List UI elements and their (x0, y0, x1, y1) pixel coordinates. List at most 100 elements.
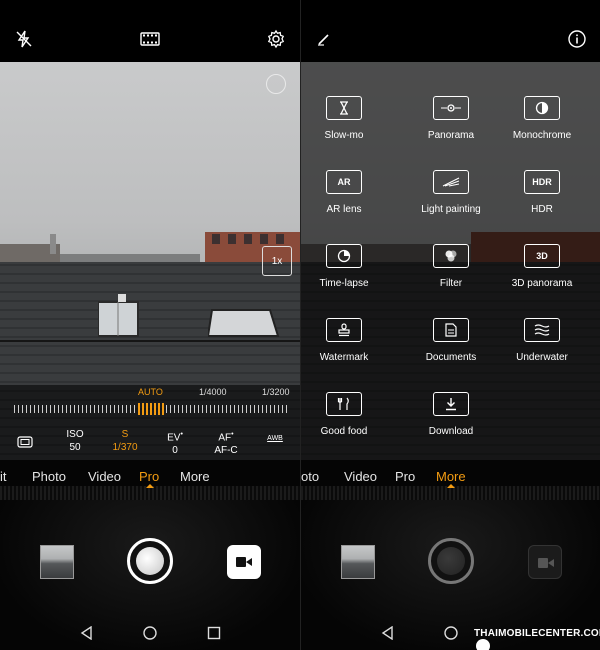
ar-lens-icon: AR (326, 170, 362, 194)
hourglass-icon (326, 96, 362, 120)
film-icon[interactable] (139, 29, 161, 51)
more-mode-label: AR lens (326, 204, 362, 215)
param-label: S (121, 429, 129, 440)
iso-param[interactable]: ISO 50 (50, 428, 100, 454)
roof-window (208, 309, 280, 337)
more-mode-label: Watermark (319, 352, 369, 363)
mode-photo[interactable]: Photo (32, 469, 66, 484)
wb-param[interactable]: AWB (250, 432, 300, 445)
more-mode-item[interactable]: Filter (406, 244, 496, 289)
more-mode-item[interactable]: Underwater (497, 318, 587, 363)
shutter-button[interactable] (428, 538, 474, 584)
back-icon[interactable] (381, 625, 395, 645)
panorama-icon (433, 96, 469, 120)
shutter-param[interactable]: S 1/370 (100, 428, 150, 454)
mode-video[interactable]: Video (344, 469, 377, 484)
ev-param[interactable]: EV• 0 (150, 428, 200, 457)
mode-scroll-strip (0, 486, 300, 500)
more-mode-item[interactable]: Slow-mo (301, 96, 389, 141)
pro-mode-screen: 1x AUTO 1/4000 1/3200 ISO 50 S 1/370 EV•… (0, 0, 300, 650)
more-mode-label: Good food (320, 426, 368, 437)
more-mode-item[interactable]: HDR HDR (497, 170, 587, 215)
mode-more[interactable]: More (180, 469, 210, 484)
more-mode-label: Slow-mo (324, 130, 364, 141)
pro-scale-label: 1/4000 (199, 387, 227, 397)
download-icon (433, 392, 469, 416)
home-icon[interactable] (143, 626, 157, 645)
more-mode-item[interactable]: Monochrome (497, 96, 587, 141)
underwater-icon (524, 318, 560, 342)
watermark-icon (326, 318, 362, 342)
more-mode-item[interactable]: Download (406, 392, 496, 437)
video-record-button[interactable] (227, 545, 261, 579)
mode-pro[interactable]: Pro (395, 469, 415, 484)
more-mode-label: HDR (531, 204, 553, 215)
time-lapse-icon (326, 244, 362, 268)
more-mode-item[interactable]: Time-lapse (301, 244, 389, 289)
back-icon[interactable] (80, 625, 94, 645)
more-mode-item[interactable]: 3D 3D panorama (497, 244, 587, 289)
param-label: ISO (66, 429, 84, 440)
camera-top-bar (301, 0, 600, 62)
home-icon[interactable] (444, 626, 458, 645)
shutter-button[interactable] (127, 538, 173, 584)
camera-top-bar (0, 0, 300, 62)
param-value: AF-C (214, 445, 238, 457)
mode-video[interactable]: Video (88, 469, 121, 484)
gallery-thumbnail[interactable] (341, 545, 375, 579)
active-mode-indicator (447, 484, 455, 488)
recents-icon[interactable] (207, 626, 221, 645)
hdr-icon: HDR (524, 170, 560, 194)
more-mode-item[interactable]: Light painting (406, 170, 496, 215)
mode-pro[interactable]: Pro (139, 469, 159, 484)
roof-skylight (98, 294, 139, 337)
gallery-thumbnail[interactable] (40, 545, 74, 579)
filter-icon (433, 244, 469, 268)
video-icon (538, 558, 554, 568)
param-label: EV (167, 432, 181, 444)
documents-icon (433, 318, 469, 342)
mode-portrait-partial[interactable]: it (0, 469, 7, 484)
more-mode-label: Filter (439, 278, 463, 289)
good-food-icon (326, 392, 362, 416)
more-mode-item[interactable]: AR AR lens (301, 170, 389, 215)
mode-photo-partial[interactable]: oto (301, 469, 319, 484)
more-mode-label: Documents (425, 352, 477, 363)
flash-off-icon[interactable] (14, 29, 36, 51)
mode-scroll-strip (301, 486, 600, 500)
site-watermark: THAIMOBILECENTER.COM (474, 628, 600, 650)
more-mode-item[interactable]: Documents (406, 318, 496, 363)
ruler-indicator (138, 403, 164, 415)
more-mode-item[interactable]: Watermark (301, 318, 389, 363)
mode-more[interactable]: More (436, 469, 466, 484)
zoom-button[interactable]: 1x (262, 246, 292, 276)
more-mode-item[interactable]: Good food (301, 392, 389, 437)
info-icon[interactable] (567, 29, 589, 51)
pencil-icon[interactable] (315, 29, 337, 51)
param-label: AWB (267, 435, 283, 442)
param-value: 50 (69, 442, 81, 453)
param-label: AF (218, 432, 232, 444)
light-painting-icon (433, 170, 469, 194)
param-value: 0 (172, 445, 178, 457)
metering-icon[interactable] (17, 435, 33, 453)
pro-scale-label: AUTO (138, 387, 163, 397)
more-mode-item[interactable]: Panorama (406, 96, 496, 141)
active-mode-indicator (146, 484, 154, 488)
android-nav-bar (0, 618, 300, 650)
more-modes-screen: Slow-mo Panorama Monochrome AR AR lens Light … (300, 0, 600, 650)
more-mode-label: Time-lapse (319, 278, 369, 289)
viewfinder-info-icon[interactable] (266, 74, 286, 94)
more-mode-label: 3D panorama (511, 278, 573, 289)
more-mode-label: Monochrome (512, 130, 572, 141)
monochrome-icon (524, 96, 560, 120)
more-mode-label: Panorama (427, 130, 475, 141)
pro-scale-label: 1/3200 (262, 387, 290, 397)
more-mode-label: Underwater (516, 352, 568, 363)
af-param[interactable]: AF• AF-C (201, 428, 251, 457)
video-record-button[interactable] (528, 545, 562, 579)
3d-panorama-icon: 3D (524, 244, 560, 268)
gear-icon[interactable] (266, 29, 288, 51)
video-icon (236, 557, 252, 567)
railing (0, 340, 300, 342)
